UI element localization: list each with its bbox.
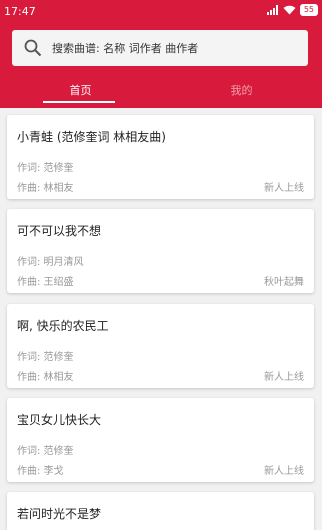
song-uploader: 新人上线 bbox=[264, 183, 304, 194]
song-composer: 作曲: 王绍盛 bbox=[17, 277, 74, 288]
signal-icon bbox=[266, 5, 278, 15]
song-title: 宝贝女儿快长大 bbox=[17, 413, 102, 427]
song-title: 可不可以我不想 bbox=[17, 224, 102, 238]
song-composer: 作曲: 林相友 bbox=[17, 372, 74, 383]
song-title: 若问时光不是梦 bbox=[17, 507, 102, 521]
song-composer: 作曲: 李戈 bbox=[17, 466, 64, 477]
song-lyricist: 作词: 范修奎 bbox=[17, 446, 74, 457]
song-uploader: 新人上线 bbox=[264, 466, 304, 477]
song-uploader: 新人上线 bbox=[264, 372, 304, 383]
song-card[interactable]: 小青蛙 (范修奎词 林相友曲) 作词: 范修奎 作曲: 林相友 新人上线 bbox=[7, 115, 314, 199]
song-lyricist: 作词: 范修奎 bbox=[17, 163, 74, 174]
tab-mine[interactable]: 我的 bbox=[161, 82, 322, 98]
status-icons: 55 bbox=[266, 4, 318, 16]
song-title: 啊, 快乐的农民工 bbox=[17, 319, 109, 333]
song-card[interactable]: 啊, 快乐的农民工 作词: 范修奎 作曲: 林相友 新人上线 bbox=[7, 304, 314, 388]
tab-indicator bbox=[43, 101, 115, 103]
song-title: 小青蛙 (范修奎词 林相友曲) bbox=[17, 130, 166, 144]
search-icon bbox=[24, 38, 44, 58]
search-bar[interactable]: 搜索曲谱: 名称 词作者 曲作者 bbox=[12, 30, 308, 66]
song-composer: 作曲: 林相友 bbox=[17, 183, 74, 194]
status-time: 17:47 bbox=[4, 5, 36, 18]
song-card[interactable]: 可不可以我不想 作词: 明月清风 作曲: 王绍盛 秋叶起舞 bbox=[7, 209, 314, 293]
search-placeholder: 搜索曲谱: 名称 词作者 曲作者 bbox=[52, 42, 199, 55]
wifi-icon bbox=[283, 5, 296, 15]
song-card[interactable]: 宝贝女儿快长大 作词: 范修奎 作曲: 李戈 新人上线 bbox=[7, 398, 314, 482]
tab-bar: 首页 我的 bbox=[0, 78, 322, 108]
song-uploader: 秋叶起舞 bbox=[264, 277, 304, 288]
song-lyricist: 作词: 明月清风 bbox=[17, 257, 84, 268]
battery-icon: 55 bbox=[299, 4, 318, 16]
song-lyricist: 作词: 范修奎 bbox=[17, 352, 74, 363]
tab-home[interactable]: 首页 bbox=[0, 82, 161, 98]
status-bar: 17:47 55 bbox=[0, 0, 322, 24]
song-card[interactable]: 若问时光不是梦 bbox=[7, 492, 314, 530]
app-header: 17:47 55 搜索曲谱: 名称 词作者 曲作者 首页 我的 bbox=[0, 0, 322, 108]
